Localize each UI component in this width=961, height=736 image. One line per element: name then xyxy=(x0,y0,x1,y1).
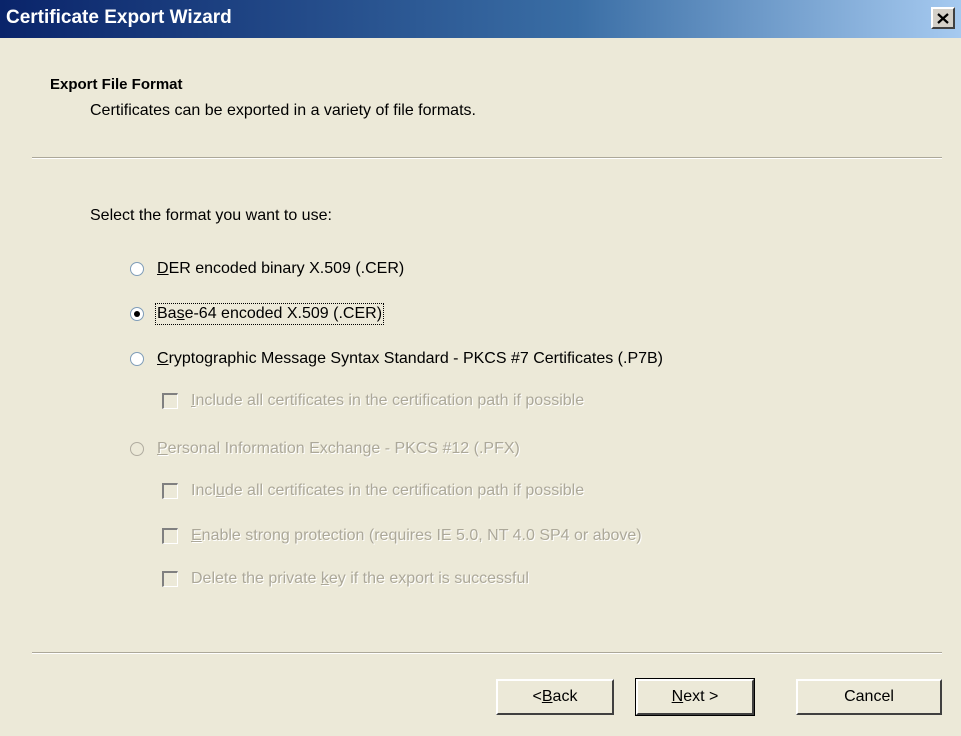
page-title: Export File Format xyxy=(50,76,183,93)
checkbox-label-include-certs-pfx: Include all certificates in the certific… xyxy=(191,482,585,499)
radio-option-base64[interactable]: Base-64 encoded X.509 (.CER) xyxy=(130,303,385,325)
footer-separator xyxy=(32,652,942,654)
radio-label-pkcs7: Cryptographic Message Syntax Standard - … xyxy=(157,350,664,367)
radio-button[interactable] xyxy=(130,352,144,366)
window-title: Certificate Export Wizard xyxy=(6,7,232,28)
close-icon xyxy=(937,12,949,24)
next-button[interactable]: Next > xyxy=(635,678,755,716)
header-separator xyxy=(32,157,942,159)
checkbox[interactable] xyxy=(162,393,178,409)
checkbox[interactable] xyxy=(162,483,178,499)
certificate-export-wizard-window: Certificate Export Wizard Export File Fo… xyxy=(0,0,961,736)
radio-button-disabled[interactable] xyxy=(130,442,144,456)
checkbox-strong-protection[interactable]: Enable strong protection (requires IE 5.… xyxy=(162,527,642,545)
back-button[interactable]: < Back xyxy=(496,679,614,715)
radio-option-der[interactable]: DER encoded binary X.509 (.CER) xyxy=(130,260,404,278)
close-button[interactable] xyxy=(931,7,955,29)
radio-label-base64: Base-64 encoded X.509 (.CER) xyxy=(154,303,385,325)
title-bar: Certificate Export Wizard xyxy=(0,0,961,38)
checkbox-label-include-certs-p7b: Include all certificates in the certific… xyxy=(191,392,585,409)
wizard-header: Export File Format Certificates can be e… xyxy=(0,38,961,156)
radio-label-der: DER encoded binary X.509 (.CER) xyxy=(157,260,405,277)
radio-option-pfx[interactable]: Personal Information Exchange - PKCS #12… xyxy=(130,440,520,458)
format-prompt: Select the format you want to use: xyxy=(90,207,332,224)
cancel-button[interactable]: Cancel xyxy=(796,679,942,715)
checkbox-delete-private-key[interactable]: Delete the private key if the export is … xyxy=(162,570,529,588)
checkbox[interactable] xyxy=(162,571,178,587)
checkbox-include-certs-pfx[interactable]: Include all certificates in the certific… xyxy=(162,482,584,500)
checkbox-label-strong-protection: Enable strong protection (requires IE 5.… xyxy=(191,527,642,544)
checkbox-include-certs-p7b[interactable]: Include all certificates in the certific… xyxy=(162,392,584,410)
radio-button[interactable] xyxy=(130,262,144,276)
page-subtitle: Certificates can be exported in a variet… xyxy=(90,102,476,119)
radio-label-pfx: Personal Information Exchange - PKCS #12… xyxy=(157,440,520,457)
radio-button-selected[interactable] xyxy=(130,307,144,321)
checkbox-label-delete-private-key: Delete the private key if the export is … xyxy=(191,570,529,587)
checkbox[interactable] xyxy=(162,528,178,544)
radio-dot xyxy=(134,311,140,317)
radio-option-pkcs7[interactable]: Cryptographic Message Syntax Standard - … xyxy=(130,350,663,368)
